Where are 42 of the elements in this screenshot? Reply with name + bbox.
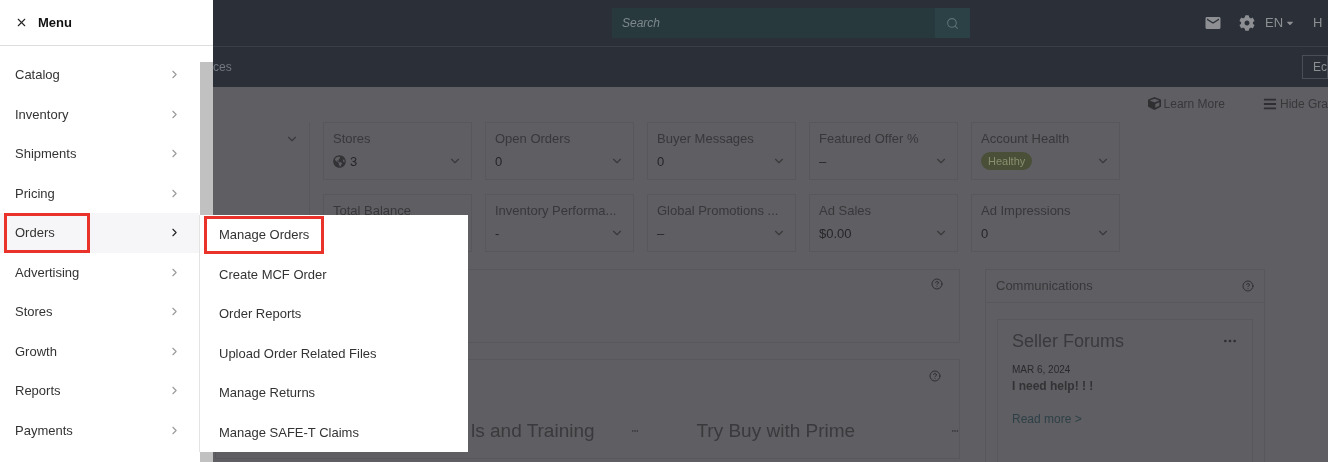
metric-value: 3 [350, 152, 358, 171]
metric-value: $0.00 [819, 224, 852, 243]
submenu-item[interactable]: Manage Orders [204, 216, 325, 254]
metric-value: 0 [981, 224, 989, 243]
search-button[interactable] [935, 8, 970, 38]
search-icon [946, 16, 959, 30]
menu-label: Growth [14, 342, 58, 361]
metric-value: – [819, 152, 827, 171]
status-badge: Healthy [981, 151, 1033, 170]
menu-label: Payments [14, 421, 74, 440]
metric-value: – [657, 224, 665, 243]
submenu-item[interactable]: Order Reports [204, 295, 317, 333]
menu-label: Orders [4, 213, 90, 253]
menu-label: Shipments [14, 145, 78, 163]
submenu-item[interactable]: Manage SAFE-T Claims [204, 413, 374, 451]
help-icon[interactable] [931, 278, 943, 290]
metric-value: 0 [657, 152, 665, 171]
mail-icon[interactable] [1204, 14, 1222, 32]
settings-icon[interactable] [1239, 15, 1255, 31]
bars-icon [1262, 96, 1277, 111]
search-field[interactable]: Search [612, 8, 935, 38]
submenu-item[interactable]: Upload Order Related Files [204, 334, 392, 372]
menu-title: Menu [38, 13, 72, 32]
header-link[interactable]: H [1313, 13, 1323, 33]
edit-button[interactable]: Ec [1302, 55, 1328, 79]
submenu-item[interactable]: Create MCF Order [204, 255, 342, 293]
metric-value: 0 [495, 152, 503, 171]
menu-label: Catalog [14, 66, 61, 84]
menu-item[interactable]: Orders [0, 213, 199, 253]
menu-label: Advertising [14, 263, 81, 282]
menu-label: Inventory [14, 105, 70, 124]
help-icon[interactable] [1242, 279, 1254, 292]
menu-label: Pricing [14, 184, 56, 203]
globe-icon [333, 154, 346, 168]
cube-icon [1147, 97, 1161, 110]
help-icon[interactable] [929, 370, 941, 382]
metric-value: - [495, 224, 500, 243]
menu-label: Stores [14, 303, 54, 321]
menu-label: Reports [14, 382, 62, 400]
language-dropdown[interactable]: EN [1265, 13, 1296, 33]
submenu-item[interactable]: Manage Returns [204, 374, 331, 412]
close-icon[interactable] [15, 16, 28, 29]
